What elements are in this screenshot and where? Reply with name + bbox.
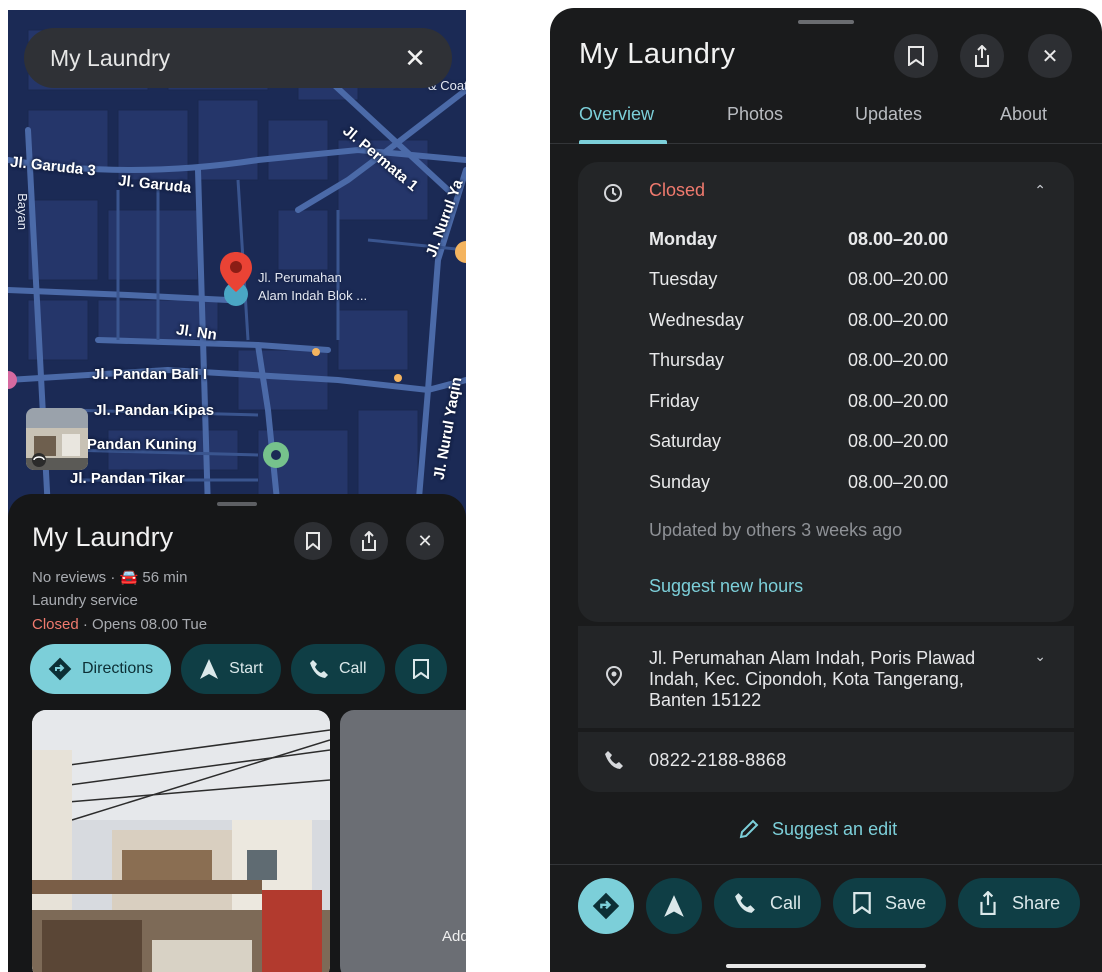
call-button[interactable]: Call [290,644,385,694]
map-label: Jl. Pandan Kipas [94,402,215,419]
day-label: Tuesday [649,269,718,289]
search-input[interactable]: My Laundry [50,45,170,72]
home-indicator [726,964,926,968]
drive-time: 56 min [142,569,188,586]
tab-overview[interactable]: Overview [579,104,654,125]
phone-icon [735,893,755,913]
map-label: Jl. Pandan Bali I [92,366,208,383]
map-label: Bayan [14,193,30,230]
tab-about[interactable]: About [1000,104,1047,125]
hours-card: Closed ⌃ Monday 08.00–20.00 Tuesday 08.00–… [578,162,1074,622]
hours-value: 08.00–20.00 [848,310,949,330]
save-label: Save [885,892,927,913]
street-view-thumbnail[interactable] [26,408,88,470]
suggest-edit-link[interactable]: Suggest an edit [738,818,897,840]
call-label: Call [770,892,802,913]
chevron-down-icon[interactable]: ⌄ [1034,648,1046,665]
share-button[interactable]: Share [958,878,1081,928]
day-label: Saturday [649,431,722,451]
directions-icon [592,892,620,920]
place-sheet[interactable]: My Laundry ✕ No reviews · 🚘 56 min Laund… [8,494,466,972]
car-icon: 🚘 [119,569,139,586]
hours-value: 08.00–20.00 [848,472,949,492]
day-label: Thursday [649,350,725,370]
call-label: Call [338,660,367,677]
suggest-edit-label: Suggest an edit [772,818,898,839]
location-pin-icon [606,666,622,686]
phone-row[interactable]: 0822-2188-8868 [578,732,1074,792]
chevron-up-icon[interactable]: ⌃ [1034,182,1046,199]
reviews-text: No reviews · [32,569,120,586]
divider [550,864,1102,865]
close-icon[interactable]: ✕ [406,522,444,560]
tab-photos[interactable]: Photos [727,104,783,125]
hours-value: 08.00–20.00 [848,229,949,249]
directions-button[interactable] [578,878,634,934]
hours-updated-note: Updated by others 3 weeks ago [649,520,903,540]
action-row: Directions Start Call [30,644,447,694]
map-label: Jl. Perumahan [258,270,342,285]
left-screen: & Coating Jl. Garuda 3 Jl. Garuda Jl. Pe… [8,10,466,972]
share-icon [980,891,996,915]
address-row[interactable]: Jl. Perumahan Alam Indah, Poris Plawad I… [578,626,1074,728]
opens-text: · Opens 08.00 Tue [78,616,208,633]
navigation-arrow-icon [664,895,684,917]
pencil-icon [739,819,759,839]
share-icon[interactable] [960,34,1004,78]
reviews-line: No reviews · 🚘 56 min [32,568,187,586]
day-label: Wednesday [649,310,744,330]
save-button[interactable] [394,644,447,694]
directions-icon [48,657,72,681]
closed-status: Closed [649,180,706,200]
hours-value: 08.00–20.00 [848,431,949,451]
clock-icon [604,184,622,202]
close-icon[interactable]: ✕ [404,43,426,74]
start-label: Start [229,660,263,677]
place-photo[interactable] [32,710,330,972]
day-label: Friday [649,391,700,411]
place-title: My Laundry [32,522,174,552]
location-pin-icon[interactable] [218,250,254,306]
address-text: Jl. Perumahan Alam Indah, Poris Plawad I… [649,648,976,710]
save-icon[interactable] [294,522,332,560]
place-title: My Laundry [579,38,736,70]
phone-icon [309,660,328,678]
directions-button[interactable]: Directions [30,644,172,694]
search-bar[interactable]: My Laundry ✕ [24,28,452,88]
map-label: Jl. Pandan Tikar [70,470,185,487]
save-icon[interactable] [894,34,938,78]
share-icon[interactable] [350,522,388,560]
phone-icon [605,751,623,769]
closed-status: Closed [32,616,79,633]
bookmark-icon [853,892,871,914]
map-label: Alam Indah Blok ... [258,288,368,303]
hours-value: 08.00–20.00 [848,350,949,370]
call-button[interactable]: Call [714,878,822,928]
day-label: Monday [649,229,718,249]
save-button[interactable]: Save [833,878,947,928]
hours-value: 08.00–20.00 [848,269,949,289]
tab-bar: Overview Photos Updates About [550,98,1102,144]
close-icon[interactable]: ✕ [1028,34,1072,78]
hours-value: 08.00–20.00 [848,391,949,411]
navigation-arrow-icon [200,659,219,679]
phone-number: 0822-2188-8868 [649,750,787,770]
sheet-handle[interactable] [798,20,854,24]
add-photo-label: Add [442,928,466,945]
bottom-action-row: Call Save Share [578,878,1081,934]
category-text: Laundry service [32,592,138,609]
sheet-handle[interactable] [217,502,257,506]
bookmark-icon [412,659,429,679]
right-screen: My Laundry ✕ Overview Photos Updates Abo… [550,8,1102,972]
directions-label: Directions [82,660,154,677]
hours-status-line: Closed · Opens 08.00 Tue [32,616,207,633]
add-photo-tile[interactable]: Add [340,710,466,972]
day-label: Sunday [649,472,711,492]
suggest-hours-link[interactable]: Suggest new hours [649,576,803,597]
share-label: Share [1012,892,1061,913]
tab-indicator [579,140,667,144]
start-button[interactable] [646,878,702,934]
start-button[interactable]: Start [181,644,281,694]
tab-updates[interactable]: Updates [855,104,922,125]
